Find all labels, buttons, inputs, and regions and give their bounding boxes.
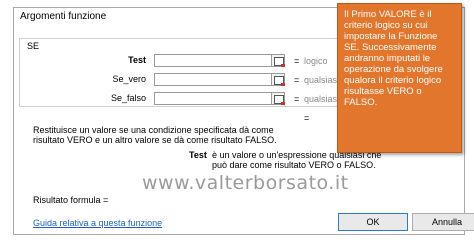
test-eq: =: [294, 56, 300, 66]
cancel-button[interactable]: Annulla: [412, 213, 474, 231]
arg-help-text: è un valore o un'espressione qualsiasi c…: [212, 150, 382, 170]
arg-help-name: Test: [189, 150, 207, 160]
se-vero-result-type: qualsiasi: [304, 75, 340, 85]
se-falso-input[interactable]: [154, 92, 272, 105]
dialog-title: Argomenti funzione: [20, 11, 107, 22]
arg-label-se-vero: Se_vero: [112, 74, 146, 84]
test-result-type: logico: [304, 56, 328, 66]
function-result-eq: =: [304, 113, 310, 123]
function-name-label: SE: [27, 41, 40, 51]
se-vero-range-select-icon[interactable]: [271, 73, 285, 86]
formula-result-label: Risultato formula =: [33, 195, 109, 205]
se-vero-eq: =: [294, 75, 300, 85]
watermark: www.valterborsato.it: [142, 172, 349, 194]
help-link[interactable]: Guida relativa a questa funzione: [33, 218, 162, 228]
arg-label-test: Test: [128, 55, 146, 65]
ok-button[interactable]: OK: [338, 213, 408, 231]
test-range-select-icon[interactable]: [271, 54, 285, 67]
arg-label-se-falso: Se_falso: [110, 93, 146, 103]
se-falso-result-type: qualsiasi: [304, 94, 340, 104]
test-input[interactable]: [154, 54, 272, 67]
function-description: Restituisce un valore se una condizione …: [33, 125, 277, 145]
se-falso-range-select-icon[interactable]: [271, 92, 285, 105]
se-vero-input[interactable]: [154, 73, 272, 86]
se-falso-eq: =: [294, 94, 300, 104]
annotation-callout: Il Primo VALORE è il criterio logico su …: [337, 3, 462, 153]
